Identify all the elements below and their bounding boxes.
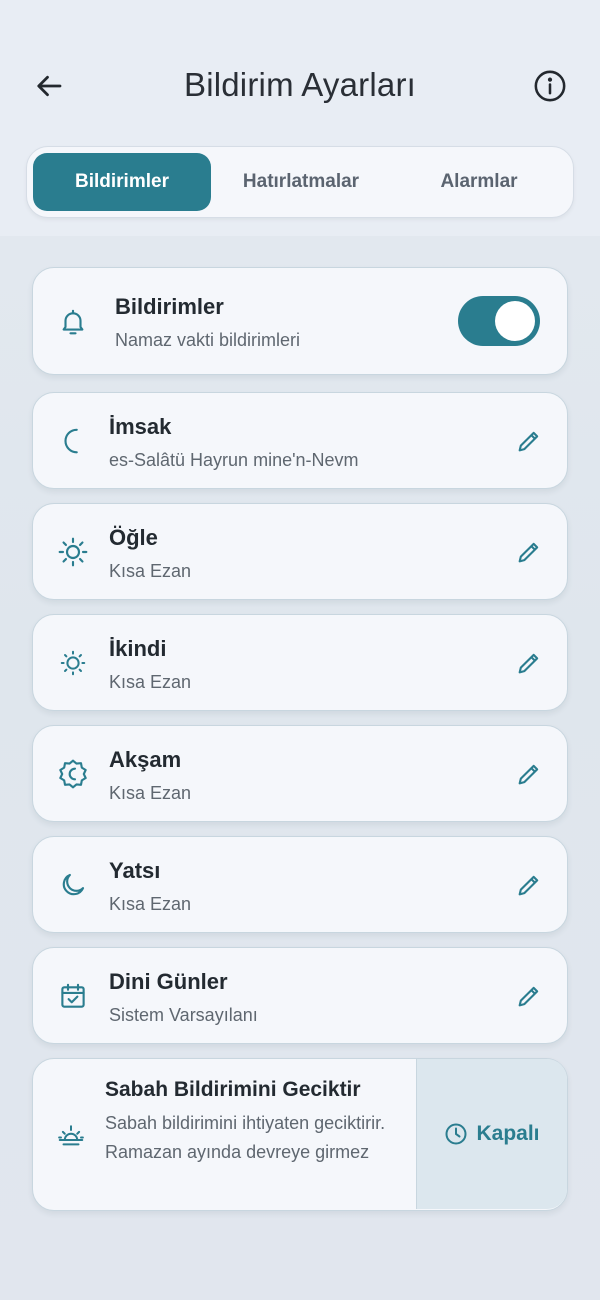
delay-description: Sabah bildirimini ihtiyaten geciktirir. …: [105, 1113, 386, 1162]
crescent-icon: [55, 423, 91, 459]
pencil-icon: [518, 431, 539, 452]
sun-small-icon: [55, 645, 91, 681]
master-notification-card: Bildirimler Namaz vakti bildirimleri: [32, 267, 568, 375]
edit-imsak-button[interactable]: [511, 423, 547, 459]
sunset-badge-icon: [55, 756, 91, 792]
edit-ikindi-button[interactable]: [511, 645, 547, 681]
toggle-knob: [495, 301, 535, 341]
pencil-icon: [518, 986, 539, 1007]
prayer-title: İkindi: [109, 636, 167, 661]
prayer-subtitle: Sistem Varsayılanı: [109, 1005, 258, 1025]
prayer-card-aksam[interactable]: Akşam Kısa Ezan: [32, 725, 568, 822]
delay-morning-card: Sabah Bildirimini Geciktir Sabah bildiri…: [32, 1058, 568, 1211]
tab-bar: Bildirimler Hatırlatmalar Alarmlar: [26, 146, 574, 218]
app-header: Bildirim Ayarları: [0, 54, 600, 118]
sunrise-icon: [53, 1117, 89, 1153]
sun-icon: [55, 534, 91, 570]
prayer-title: Akşam: [109, 747, 182, 772]
prayer-subtitle: Kısa Ezan: [109, 561, 192, 581]
clock-icon: [445, 1123, 467, 1145]
delay-status-label: Kapalı: [476, 1122, 540, 1145]
calendar-check-icon: [55, 978, 91, 1014]
prayer-subtitle: Kısa Ezan: [109, 894, 192, 914]
prayer-card-ikindi[interactable]: İkindi Kısa Ezan: [32, 614, 568, 711]
prayer-card-imsak[interactable]: İmsak es-Salâtü Hayrun mine'n-Nevm: [32, 392, 568, 489]
edit-aksam-button[interactable]: [511, 756, 547, 792]
master-subtitle: Namaz vakti bildirimleri: [115, 330, 301, 350]
edit-ogle-button[interactable]: [511, 534, 547, 570]
prayer-card-dini-gunler[interactable]: Dini Günler Sistem Varsayılanı: [32, 947, 568, 1044]
prayer-title: Öğle: [109, 525, 158, 550]
prayer-title: Yatsı: [109, 858, 161, 883]
edit-yatsi-button[interactable]: [511, 867, 547, 903]
tab-alarmlar[interactable]: Alarmlar: [391, 153, 567, 211]
edit-dini-gunler-button[interactable]: [511, 978, 547, 1014]
master-title: Bildirimler: [115, 294, 224, 319]
prayer-card-yatsi[interactable]: Yatsı Kısa Ezan: [32, 836, 568, 933]
info-button[interactable]: [526, 64, 574, 108]
moon-icon: [55, 867, 91, 903]
info-icon: [534, 70, 566, 102]
page-title: Bildirim Ayarları: [183, 66, 416, 103]
tab-hatirlatmalar[interactable]: Hatırlatmalar: [217, 153, 385, 211]
delay-title: Sabah Bildirimini Geciktir: [105, 1078, 361, 1101]
delay-status-button[interactable]: Kapalı: [416, 1059, 567, 1209]
notifications-toggle[interactable]: [458, 296, 540, 346]
bell-icon: [55, 304, 91, 340]
pencil-icon: [518, 542, 539, 563]
prayer-card-ogle[interactable]: Öğle Kısa Ezan: [32, 503, 568, 600]
pencil-icon: [518, 653, 539, 674]
prayer-title: İmsak: [109, 414, 172, 439]
prayer-title: Dini Günler: [109, 969, 228, 994]
prayer-subtitle: es-Salâtü Hayrun mine'n-Nevm: [109, 450, 359, 470]
tab-bildirimler[interactable]: Bildirimler: [33, 153, 211, 211]
prayer-subtitle: Kısa Ezan: [109, 672, 192, 692]
pencil-icon: [518, 875, 539, 896]
pencil-icon: [518, 764, 539, 785]
prayer-subtitle: Kısa Ezan: [109, 783, 192, 803]
